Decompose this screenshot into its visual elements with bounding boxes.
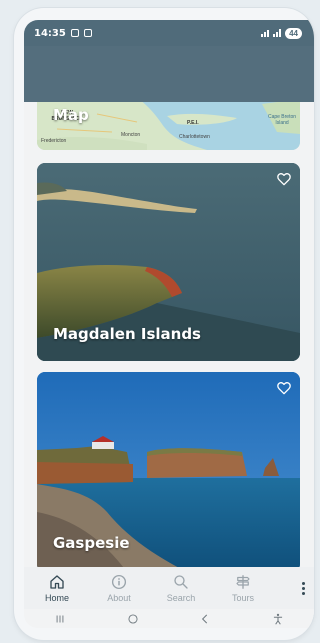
card-list[interactable]: NEW BRUNSWICK Fredericton Moncton P.E.I.… [24,102,314,567]
notification-icon [83,29,92,37]
magdalen-islands-card[interactable]: Magdalen Islands [37,163,300,361]
nav-label-search: Search [166,593,196,603]
app-header [24,46,314,102]
map-label-cape-breton: Cape Breton Island [267,114,297,126]
map-card-title: Map [53,106,89,124]
bottom-navigation: Home About Search Tours [24,567,314,609]
status-bar: 14:35 44 [24,20,314,46]
wifi-icon [261,29,270,37]
gaspesie-title: Gaspesie [53,534,130,552]
nav-label-about: About [107,593,131,603]
status-right: 44 [261,27,302,39]
favorite-heart-icon[interactable] [276,380,292,396]
info-icon [111,574,127,590]
nav-item-home[interactable]: Home [26,573,88,603]
home-circle-icon[interactable] [126,612,140,626]
home-icon [50,575,64,589]
nav-item-tours[interactable]: Tours [212,573,274,603]
screenshot-icon [70,29,79,37]
signpost-icon [236,575,250,589]
status-time: 14:35 [34,27,66,39]
map-label-fredericton: Fredericton [41,138,67,144]
app-screen: 14:35 44 NEW BRUNSWICK Fredericton Monct… [24,20,314,628]
map-label-pei: P.E.I. [187,120,199,126]
nav-item-about[interactable]: About [88,573,150,603]
map-card[interactable]: NEW BRUNSWICK Fredericton Moncton P.E.I.… [37,102,300,150]
nav-label-tours: Tours [231,593,254,603]
search-icon [174,575,188,589]
magdalen-islands-title: Magdalen Islands [53,325,201,343]
phone-frame: 14:35 44 NEW BRUNSWICK Fredericton Monct… [14,8,314,640]
system-navigation-bar [24,609,314,628]
nav-item-search[interactable]: Search [150,573,212,603]
battery-indicator: 44 [285,27,302,39]
map-label-moncton: Moncton [121,132,141,138]
gaspesie-card[interactable]: Gaspesie [37,372,300,567]
back-icon[interactable] [198,612,212,626]
favorite-heart-icon[interactable] [276,171,292,187]
recents-icon[interactable] [53,612,67,626]
accessibility-icon[interactable] [271,612,285,626]
more-vertical-icon[interactable] [297,581,309,595]
nav-label-home: Home [44,593,69,603]
signal-icon [273,29,282,37]
map-label-charlottetown: Charlottetown [179,134,210,140]
